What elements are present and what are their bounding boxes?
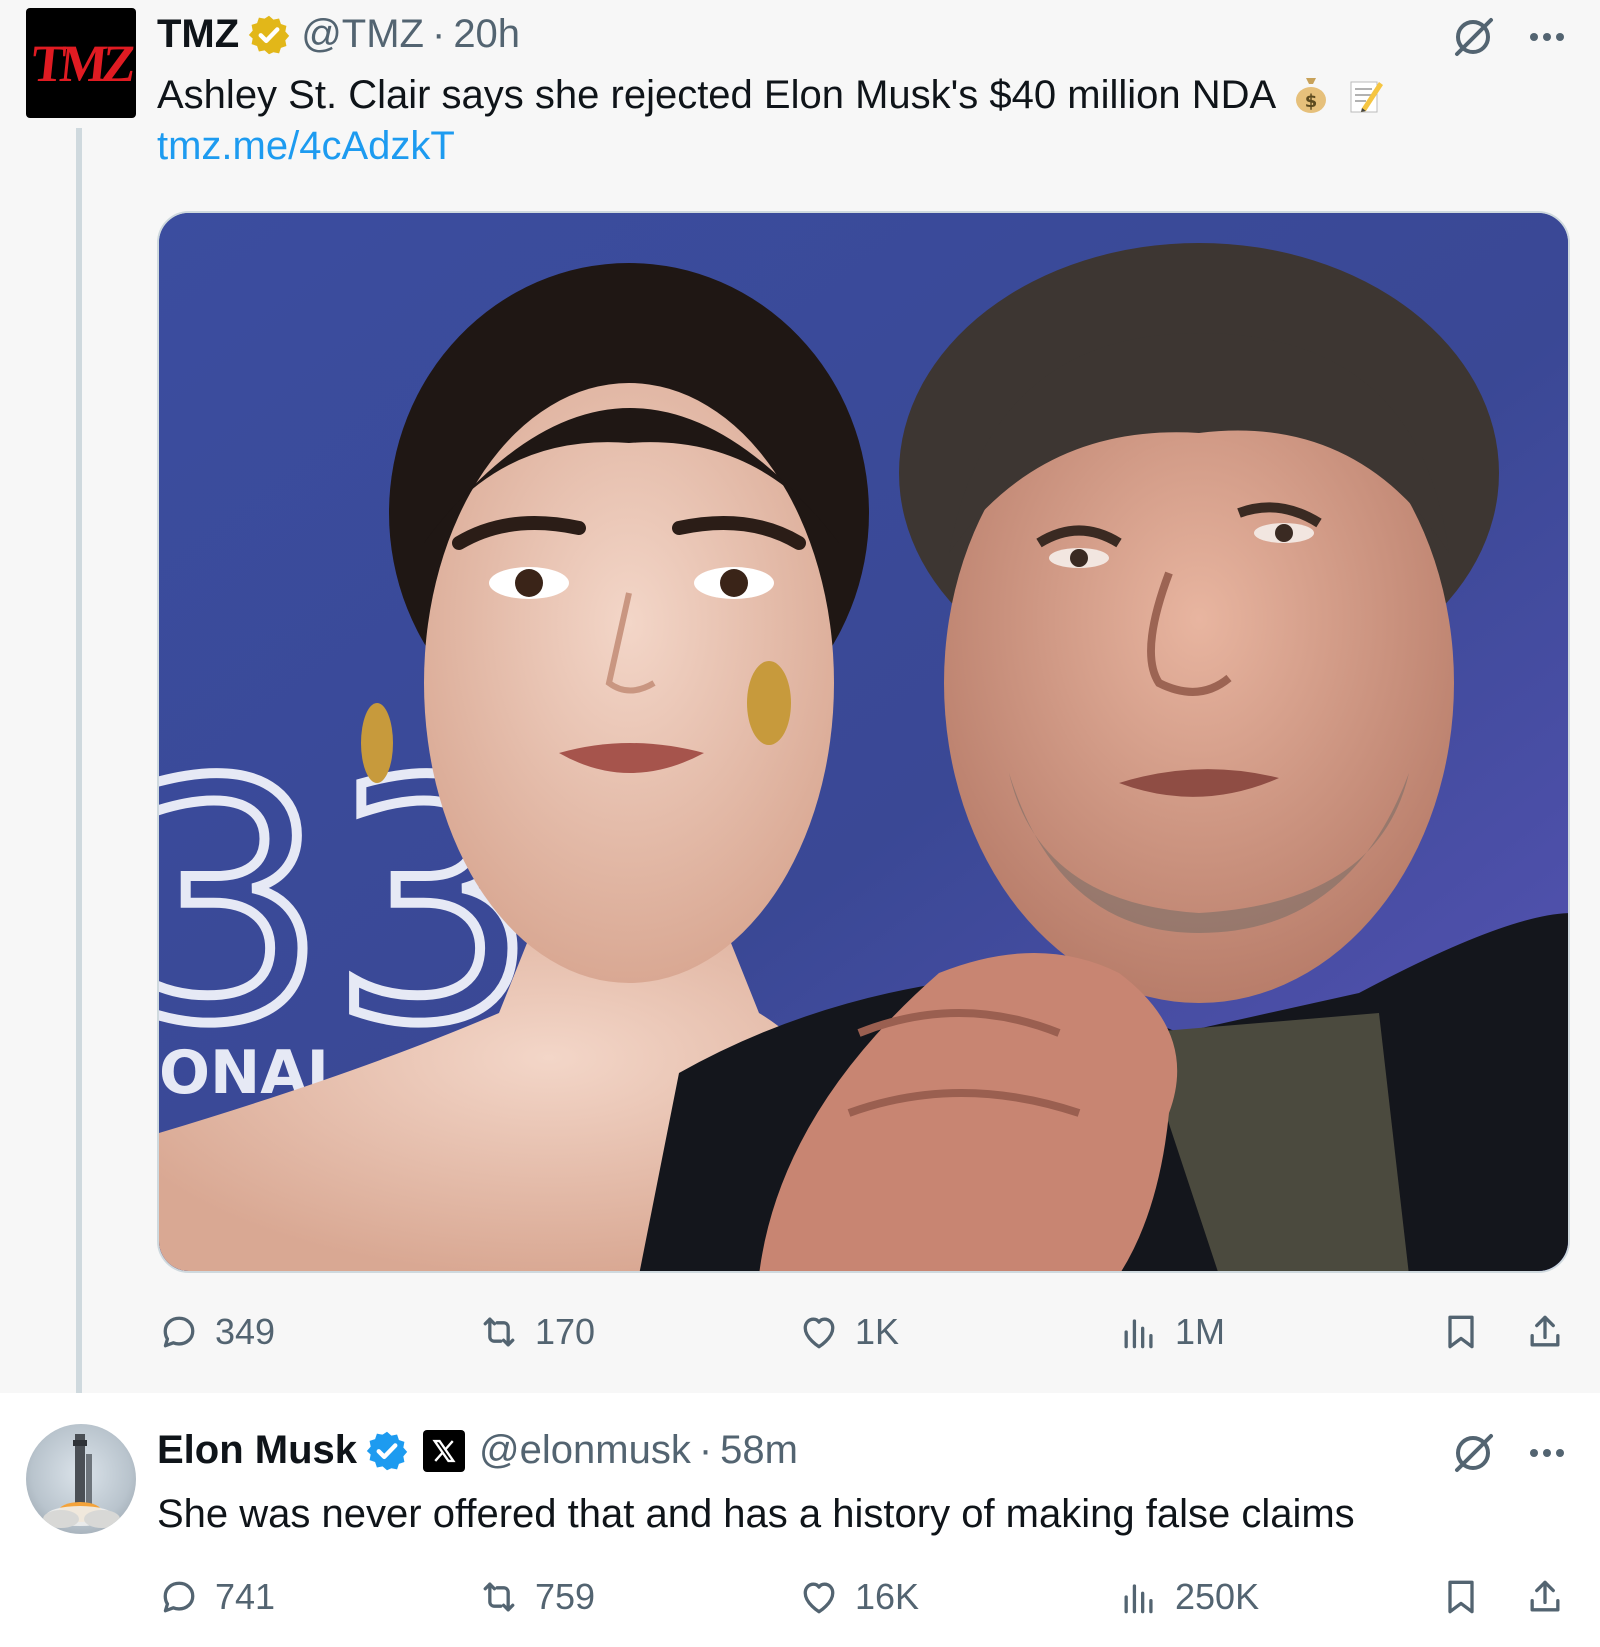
tweet-time[interactable]: 58m [720, 1428, 798, 1473]
reply-top-icons [1448, 1428, 1564, 1478]
views-count: 250K [1175, 1576, 1260, 1617]
share-button[interactable] [1523, 1575, 1567, 1619]
repost-button[interactable]: 170 [477, 1310, 595, 1354]
author-name[interactable]: Elon Musk [157, 1428, 357, 1473]
share-icon [1530, 1315, 1560, 1347]
heart-icon [803, 1582, 835, 1614]
tmz-avatar[interactable]: TMZ [26, 8, 136, 118]
reply-button[interactable]: 741 [157, 1575, 275, 1619]
thread-connector-line [76, 128, 82, 1413]
tweet-top-icons [1448, 12, 1564, 62]
x-logo-icon[interactable] [423, 1429, 466, 1472]
reply-button[interactable]: 349 [157, 1310, 275, 1354]
blue-verified-badge-icon[interactable] [365, 1429, 409, 1473]
dot-separator: · [698, 1428, 713, 1472]
bookmark-button[interactable] [1439, 1310, 1483, 1354]
reply-count: 741 [215, 1576, 276, 1617]
tweet-tmz[interactable]: TMZ TMZ @TMZ · 20h Ashley St. Clair says… [0, 0, 1600, 1413]
like-button[interactable]: 16K [797, 1575, 919, 1619]
reply-icon [163, 1581, 195, 1613]
tmz-logo: TMZ [28, 33, 134, 93]
reply-header: Elon Musk @elonmusk · 58m [157, 1428, 798, 1473]
bookmark-button[interactable] [1439, 1575, 1483, 1619]
like-count: 1K [855, 1311, 900, 1352]
repost-button[interactable]: 759 [477, 1575, 595, 1619]
bookmark-icon [1448, 1315, 1474, 1349]
author-name[interactable]: TMZ [157, 12, 239, 57]
tweet-text: Ashley St. Clair says she rejected Elon … [157, 68, 1384, 122]
views-chart-icon [1124, 1584, 1153, 1614]
tweet-time[interactable]: 20h [453, 12, 520, 57]
memo-emoji [1348, 74, 1384, 114]
more-options-icon[interactable] [1530, 1449, 1564, 1457]
tweet-media-image[interactable]: 33 ONAL [157, 211, 1570, 1273]
dot-separator: · [431, 12, 446, 56]
tweet-header: TMZ @TMZ · 20h [157, 12, 520, 57]
views-count: 1M [1175, 1311, 1226, 1352]
repost-count: 170 [535, 1311, 596, 1352]
media-photo: 33 ONAL [159, 213, 1568, 1271]
views-chart-icon [1124, 1319, 1153, 1349]
share-button[interactable] [1523, 1310, 1567, 1354]
like-button[interactable]: 1K [797, 1310, 899, 1354]
gold-verified-badge-icon[interactable] [247, 13, 291, 57]
reply-text: She was never offered that and has a his… [157, 1492, 1355, 1536]
money-bag-emoji: $ [1293, 74, 1329, 114]
tweet-text-content: Ashley St. Clair says she rejected Elon … [157, 73, 1274, 117]
share-icon [1530, 1580, 1560, 1612]
grok-icon[interactable] [1448, 12, 1498, 62]
repost-count: 759 [535, 1576, 596, 1617]
rocket-launch-image [43, 1434, 120, 1528]
svg-text:$: $ [1305, 91, 1318, 112]
repost-icon [483, 1582, 515, 1612]
views-button[interactable]: 250K [1117, 1575, 1259, 1619]
reply-icon [163, 1316, 195, 1348]
grok-icon[interactable] [1448, 1428, 1498, 1478]
author-handle[interactable]: @elonmusk [479, 1428, 691, 1473]
bookmark-icon [1448, 1580, 1474, 1614]
more-options-icon[interactable] [1530, 33, 1564, 41]
elon-avatar[interactable] [26, 1424, 136, 1534]
author-handle[interactable]: @TMZ [301, 12, 424, 57]
repost-icon [483, 1317, 515, 1347]
tweet-actions: 349 170 1K 1M [157, 1310, 1570, 1370]
heart-icon [803, 1317, 835, 1349]
like-count: 16K [855, 1576, 920, 1617]
views-button[interactable]: 1M [1117, 1310, 1225, 1354]
reply-actions: 741 759 16K 250K [157, 1575, 1570, 1635]
reply-count: 349 [215, 1311, 276, 1352]
tweet-link[interactable]: tmz.me/4cAdzkT [157, 124, 455, 169]
